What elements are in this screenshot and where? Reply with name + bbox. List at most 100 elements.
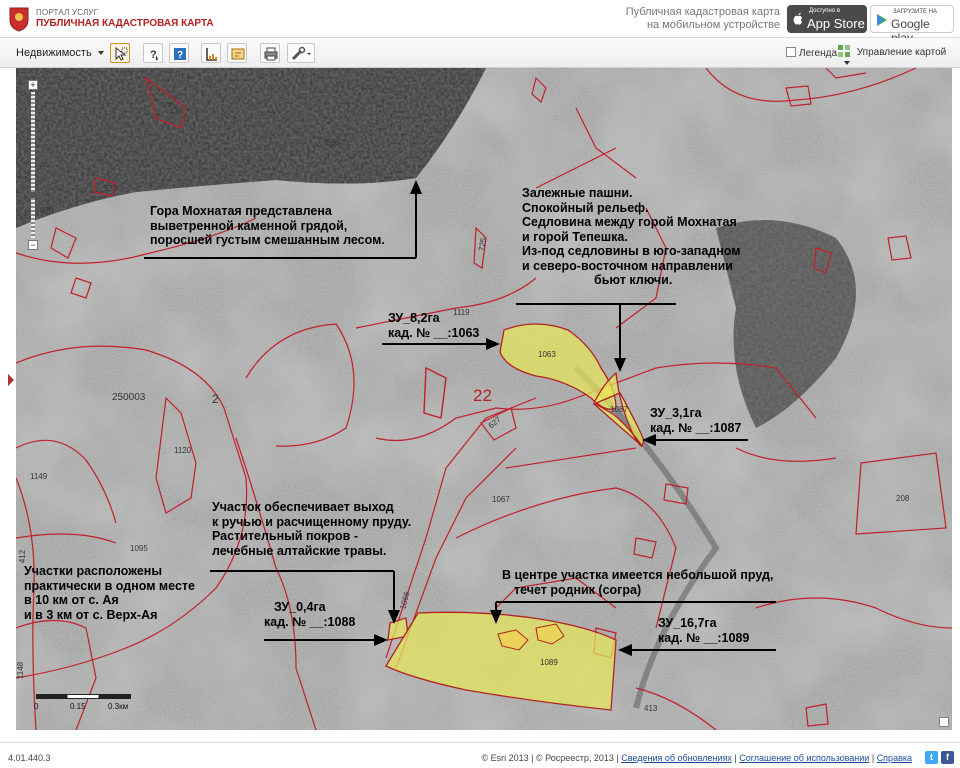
zoom-in-button[interactable]: +	[28, 80, 38, 90]
annotation-line: Участок обеспечивает выход	[212, 500, 394, 514]
scale-label-0: 0	[34, 702, 39, 711]
cadastral-tool-icon	[231, 48, 245, 60]
annotation-line: Седловина между горой Мохнатая	[522, 215, 737, 229]
annotation-access: Участок обеспечивает выход к ручью и рас…	[212, 500, 411, 558]
plot-label-412[interactable]: 412	[18, 550, 27, 563]
svg-text:?: ?	[150, 49, 157, 61]
updates-link[interactable]: Сведения об обновлениях	[621, 753, 732, 763]
annotation-line: ЗУ_3,1га	[650, 406, 702, 420]
annotation-location: Участки расположены практически в одном …	[24, 564, 195, 622]
rosreestr-emblem-icon[interactable]	[8, 6, 30, 32]
annotation-line: и северо-восточном направлении	[522, 258, 733, 273]
scale-label-03: 0.3км	[108, 702, 129, 711]
plot-label-1095[interactable]: 1095	[130, 544, 148, 553]
print-tool-button[interactable]	[260, 43, 280, 63]
appstore-big-text: App Store	[807, 16, 865, 31]
zoom-slider-thumb[interactable]	[29, 192, 43, 198]
map-control-dropdown[interactable]: Управление картой	[838, 45, 960, 69]
annotation-fields: Залежные пашни. Спокойный рельеф. Седлов…	[522, 186, 740, 288]
legend-checkbox[interactable]: Легенда	[786, 47, 837, 59]
plot-label-570[interactable]: 570	[40, 206, 53, 215]
layer-select[interactable]: Недвижимость	[16, 44, 106, 62]
appstore-button[interactable]: Доступно в App Store	[787, 5, 867, 33]
map-canvas[interactable]: 22 250003 2 1120 1149 1095 412 1148 1119…	[16, 68, 952, 730]
help-tool-button[interactable]: ?	[169, 43, 189, 63]
portal-name[interactable]: ПОРТАЛ УСЛУГ	[36, 8, 98, 17]
annotation-line: Залежные пашни.	[522, 186, 633, 200]
zoom-slider[interactable]	[29, 92, 43, 238]
mobile-promo: Публичная кадастровая карта на мобильном…	[600, 6, 780, 32]
scale-bar: 0 0.15 0.3км	[34, 694, 136, 718]
annotation-line: к ручью и расчищенному пруду.	[212, 514, 412, 529]
annotation-line: бьют ключи.	[594, 273, 673, 287]
plot-label-413[interactable]: 413	[644, 704, 657, 713]
print-tool-icon	[264, 47, 278, 61]
help-link[interactable]: Справка	[877, 753, 912, 763]
annotation-line: ЗУ_0,4га	[274, 600, 326, 614]
annotation-zu-1087: ЗУ_3,1га кад. № __:1087	[650, 406, 741, 435]
terms-link[interactable]: Соглашение об использовании	[739, 753, 869, 763]
plot-label-1067[interactable]: 1067	[492, 495, 510, 504]
annotation-line: кад. № __:1063	[388, 325, 480, 340]
plot-label-1148[interactable]: 1148	[16, 662, 25, 679]
annotation-line: Спокойный рельеф.	[522, 200, 649, 215]
plot-label-1089[interactable]: 1089	[540, 658, 558, 667]
app-window: ПОРТАЛ УСЛУГ ПУБЛИЧНАЯ КАДАСТРОВАЯ КАРТА…	[0, 0, 960, 768]
annotation-line: ЗУ_8,2га	[388, 311, 440, 325]
footer-links: © Esri 2013 | © Росреестр, 2013 | Сведен…	[481, 753, 912, 763]
legend-label: Легенда	[799, 48, 838, 59]
plot-label-1087[interactable]: 1087	[610, 405, 628, 414]
quarter-label-22[interactable]: 22	[473, 386, 492, 406]
twitter-icon[interactable]: t	[925, 751, 938, 764]
google-play-icon	[877, 14, 887, 26]
layer-select-value: Недвижимость	[16, 47, 92, 59]
appstore-small-text: Доступно в	[809, 8, 841, 14]
plot-label-208[interactable]: 208	[896, 494, 909, 503]
chevron-down-icon	[98, 51, 104, 55]
annotation-line: Гора Мохнатая представлена	[150, 204, 332, 218]
region-label-2[interactable]: 2	[212, 392, 219, 406]
annotation-line: В центре участка имеется небольшой пруд,	[502, 568, 774, 582]
panel-expand-icon[interactable]	[8, 374, 14, 386]
grid-icon	[838, 45, 850, 57]
annotation-line: в 10 км от с. Ая	[24, 593, 119, 607]
measure-tool-icon	[206, 48, 217, 61]
scale-bar-graphic	[36, 694, 131, 699]
annotation-line: Участки расположены	[24, 564, 163, 578]
googleplay-small-text: ЗАГРУЗИТЕ НА	[893, 9, 938, 15]
app-version: 4.01.440.3	[8, 753, 51, 763]
region-label-250003[interactable]: 250003	[112, 392, 145, 403]
fullscreen-toggle-icon[interactable]	[939, 717, 949, 727]
plot-label-571[interactable]: 571	[104, 184, 117, 193]
annotation-line: практически в одном месте	[24, 578, 195, 593]
facebook-icon[interactable]: f	[941, 751, 954, 764]
annotation-line: кад. № __:1088	[264, 614, 356, 629]
annotation-line: Из-под седловины в юго-западном	[522, 244, 741, 258]
map-name[interactable]: ПУБЛИЧНАЯ КАДАСТРОВАЯ КАРТА	[36, 18, 214, 29]
annotation-line: лечебные алтайские травы.	[212, 543, 387, 558]
annotation-zu-1089: ЗУ_16,7га кад. № __:1089	[658, 616, 749, 645]
toolbar: Недвижимость ? ? Легенда Управление карт…	[0, 38, 960, 68]
link-tool-icon	[291, 46, 311, 61]
zoom-out-button[interactable]: −	[28, 240, 38, 250]
help-tool-icon: ?	[174, 48, 186, 61]
link-tool-button[interactable]	[287, 43, 315, 63]
checkbox-icon	[786, 47, 796, 57]
plot-label-1063[interactable]: 1063	[538, 350, 556, 359]
annotation-line: ЗУ_16,7га	[658, 616, 717, 630]
annotation-mountain: Гора Мохнатая представлена выветренной к…	[150, 204, 385, 248]
annotation-line: поросшей густым смешанным лесом.	[150, 233, 385, 247]
googleplay-button[interactable]: ЗАГРУЗИТЕ НА Google play	[870, 5, 954, 45]
identify-tool-icon: ?	[150, 49, 158, 61]
identify-tool-button[interactable]: ?	[143, 43, 163, 63]
plot-label-566[interactable]: 566	[326, 138, 339, 147]
plot-label-1120[interactable]: 1120	[174, 446, 191, 455]
mobile-promo-line2: на мобильном устройстве	[646, 19, 780, 31]
map-control-label: Управление картой	[856, 47, 947, 58]
scale-label-015: 0.15	[70, 702, 86, 711]
annotation-line: кад. № __:1087	[650, 420, 742, 435]
select-tool-button[interactable]	[110, 43, 130, 63]
cadastral-tool-button[interactable]	[227, 43, 247, 63]
plot-label-1149[interactable]: 1149	[30, 472, 47, 481]
measure-tool-button[interactable]	[201, 43, 221, 63]
